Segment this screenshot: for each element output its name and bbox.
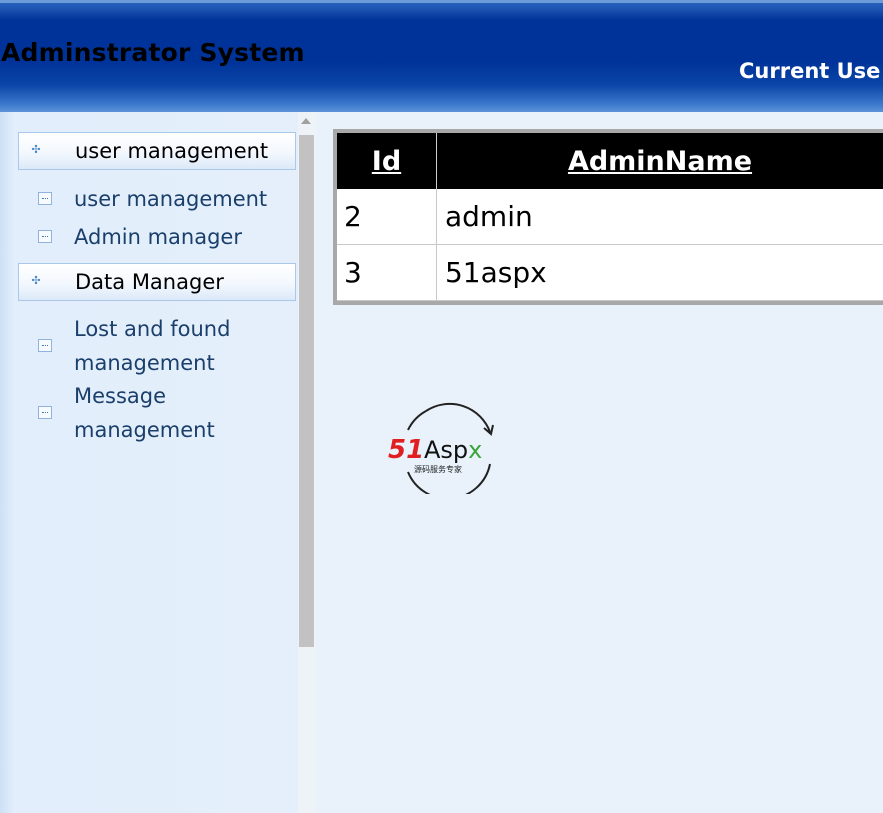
list-item-icon bbox=[38, 192, 52, 205]
menu-group-data-manager[interactable]: ✣ Data Manager bbox=[18, 263, 296, 301]
column-header-id[interactable]: Id bbox=[337, 133, 437, 189]
app-title: Adminstrator System bbox=[1, 38, 305, 67]
sidebar-item-label: Admin manager bbox=[74, 225, 242, 249]
table-row: 3 51aspx bbox=[337, 244, 883, 301]
logo-tagline: 源码服务专家 bbox=[414, 464, 462, 474]
list-item-icon bbox=[38, 339, 52, 352]
sidebar-item-user-management[interactable]: user management bbox=[18, 182, 296, 216]
admin-table: Id AdminName 2 admin 3 51aspx bbox=[337, 133, 883, 301]
cell-id: 2 bbox=[337, 189, 437, 245]
sidebar-item-message-management[interactable]: Message management bbox=[18, 379, 296, 447]
menu-group-label: Data Manager bbox=[75, 270, 224, 294]
admin-grid: Id AdminName 2 admin 3 51aspx bbox=[333, 129, 883, 305]
logo-number: 51 bbox=[388, 435, 424, 465]
plus-cross-icon: ✣ bbox=[31, 274, 41, 287]
51aspx-logo: 51 Aspx 源码服务专家 bbox=[388, 402, 494, 494]
menu-group-user-management[interactable]: ✣ user management bbox=[18, 132, 296, 170]
table-row: 2 admin bbox=[337, 189, 883, 245]
scroll-up-arrow-icon[interactable] bbox=[301, 118, 311, 124]
scroll-thumb[interactable] bbox=[299, 135, 314, 647]
sidebar-menu: ✣ user management user management Admin … bbox=[0, 112, 298, 813]
sidebar-item-label: Message management bbox=[74, 384, 215, 442]
current-user-label: Current Use bbox=[739, 59, 881, 83]
cell-adminname: 51aspx bbox=[436, 244, 883, 301]
cell-adminname: admin bbox=[436, 189, 883, 245]
header-top-line bbox=[0, 0, 883, 3]
sidebar-item-label: Lost and found management bbox=[74, 317, 231, 375]
logo-name: Aspx bbox=[424, 436, 482, 464]
sidebar-item-admin-manager[interactable]: Admin manager bbox=[18, 220, 296, 254]
sidebar-item-label: user management bbox=[74, 187, 268, 211]
cell-id: 3 bbox=[337, 244, 437, 301]
list-item-icon bbox=[38, 406, 52, 419]
table-header-row: Id AdminName bbox=[337, 133, 883, 189]
plus-cross-icon: ✣ bbox=[31, 143, 41, 156]
main-content: Id AdminName 2 admin 3 51aspx 51 Aspx 源码 bbox=[316, 112, 883, 813]
app-header: Adminstrator System Current Use bbox=[0, 0, 883, 112]
sidebar-item-lost-and-found[interactable]: Lost and found management bbox=[18, 312, 296, 380]
list-item-icon bbox=[38, 230, 52, 243]
menu-group-label: user management bbox=[75, 139, 269, 163]
column-header-adminname[interactable]: AdminName bbox=[436, 133, 883, 189]
sidebar-scrollbar[interactable] bbox=[298, 112, 316, 813]
